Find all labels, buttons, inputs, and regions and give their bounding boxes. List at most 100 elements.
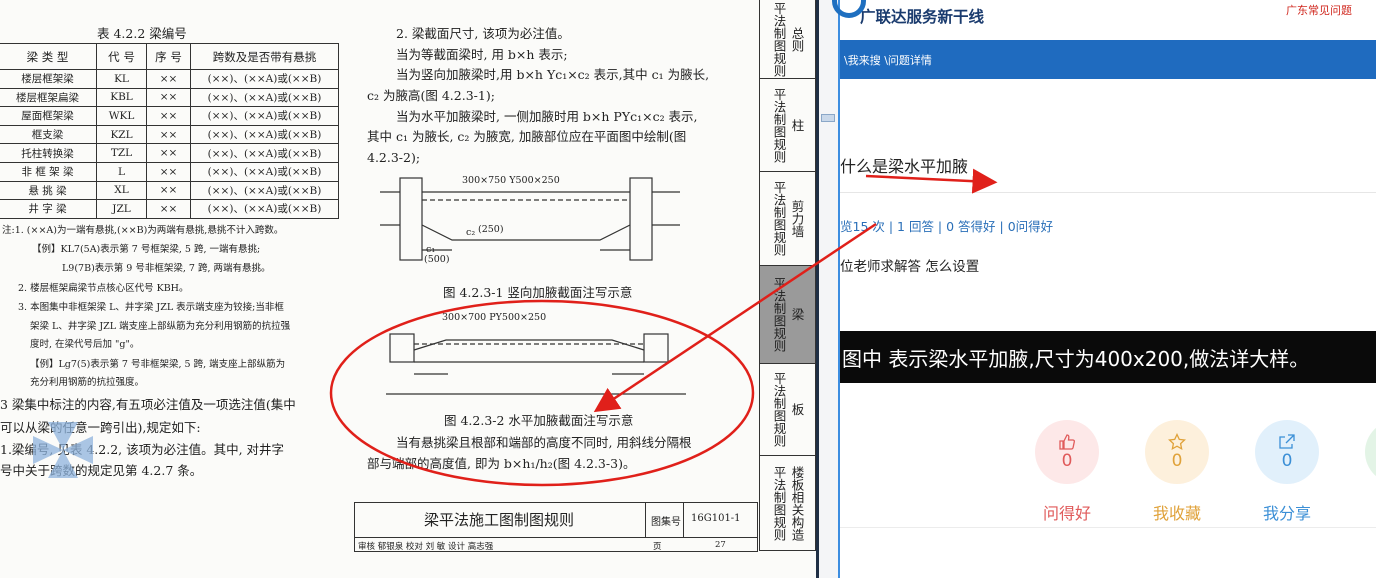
table-cell: KBL bbox=[96, 87, 147, 108]
chapter-tab-rule-text: 平法制图规则 bbox=[771, 277, 787, 352]
table-cell: L bbox=[96, 161, 147, 182]
note-6: 架梁 L、井字梁 JZL 端支座上部纵筋为充分利用钢筋的抗拉强 bbox=[30, 321, 291, 332]
right-body-2: 当为等截面梁时, 用 b×h 表示; bbox=[396, 47, 568, 62]
share-count: 0 bbox=[1281, 451, 1293, 471]
table-row: 楼层框架梁 KL ×× (××)、(××A)或(××B) bbox=[0, 69, 339, 89]
ask-good-button[interactable]: 0 问得好 bbox=[1034, 420, 1100, 524]
divider-handle-icon[interactable] bbox=[821, 114, 835, 122]
note-3: L9(7B)表示第 9 号非框架梁, 7 跨, 两端有悬挑。 bbox=[62, 263, 271, 274]
site-brand[interactable]: 广联达服务新干线 bbox=[860, 5, 984, 27]
chapter-tab-slab[interactable]: 平法制图规则 板 bbox=[760, 364, 815, 456]
chapter-tab-column[interactable]: 平法制图规则 柱 bbox=[760, 79, 815, 172]
right-body-1: 2. 梁截面尺寸, 该项为必注值。 bbox=[396, 26, 570, 41]
drawing-title: 梁平法施工图制图规则 bbox=[423, 511, 574, 529]
table-cell: JZL bbox=[96, 199, 147, 219]
fig1-label: 300×750 Y500×250 bbox=[462, 175, 560, 186]
table-cell: (××)、(××A)或(××B) bbox=[190, 106, 339, 126]
table-cell: KZL bbox=[96, 124, 147, 145]
table-cell: (××)、(××A)或(××B) bbox=[190, 180, 339, 201]
table-cell: ×× bbox=[146, 199, 191, 219]
table-caption: 表 4.2.2 梁编号 bbox=[97, 26, 187, 41]
atlas-number: 16G101-1 bbox=[691, 513, 741, 524]
right-body-4: c₂ 为腋高(图 4.2.3-1); bbox=[367, 88, 495, 103]
favorite-circle[interactable]: 0 bbox=[1145, 420, 1209, 484]
table-cell: (××)、(××A)或(××B) bbox=[190, 69, 339, 89]
table-row: 托柱转换梁 TZL ×× (××)、(××A)或(××B) bbox=[0, 143, 339, 163]
document-viewer: 表 4.2.2 梁编号 梁 类 型代 号序 号跨数及是否带有悬挑 楼层框架梁 KL… bbox=[0, 0, 818, 578]
thumbs-up-icon bbox=[1059, 434, 1075, 450]
chapter-tab-name: 楼板相关构造 bbox=[789, 465, 805, 541]
right-body-3: 当为竖向加腋梁时,用 b×h Yc₁×c₂ 表示,其中 c₁ 为腋长, bbox=[396, 67, 710, 82]
right-body-7: 4.2.3-2); bbox=[367, 150, 421, 165]
table-row: 楼层框架扁梁 KBL ×× (××)、(××A)或(××B) bbox=[0, 87, 339, 108]
ask-good-label: 问得好 bbox=[1042, 504, 1091, 523]
fig2-label: 300×700 PY500×250 bbox=[442, 312, 547, 323]
note-2: 【例】KL7(5A)表示第 7 号框架梁, 5 跨, 一端有悬挑; bbox=[32, 244, 261, 255]
left-body-1: 3 梁集中标注的内容,有五项必注值及一项选注值(集中 bbox=[0, 397, 296, 412]
chapter-tab-name: 板 bbox=[789, 403, 805, 416]
chapter-tab-name: 梁 bbox=[789, 308, 805, 321]
fig2-caption: 图 4.2.3-2 水平加腋截面注写示意 bbox=[444, 413, 634, 428]
chapter-tab-beam[interactable]: 平法制图规则 梁 bbox=[760, 266, 815, 364]
page-number: 27 bbox=[715, 540, 726, 550]
fig1-dim-500: (500) bbox=[424, 254, 450, 265]
chapter-tab-shear-wall[interactable]: 平法制图规则 剪力墙 bbox=[760, 172, 815, 266]
share-button[interactable]: 0 我分享 bbox=[1254, 420, 1320, 524]
chapter-tab-general[interactable]: 平法制图规则 总则 bbox=[760, 0, 815, 79]
chapter-tab-strip: 平法制图规则 总则 平法制图规则 柱 平法制图规则 剪力墙 平法制图规则 梁 平… bbox=[759, 0, 816, 551]
chapter-tab-slab-related[interactable]: 平法制图规则 楼板相关构造 bbox=[760, 456, 815, 551]
table-cell: 井 字 梁 bbox=[0, 199, 97, 219]
table-cell: TZL bbox=[96, 143, 147, 163]
table-cell: ×× bbox=[146, 87, 191, 108]
favorite-button[interactable]: 0 我收藏 bbox=[1144, 420, 1210, 524]
chapter-tab-rule-text: 平法制图规则 bbox=[771, 181, 787, 256]
atlas-label: 图集号 bbox=[651, 517, 681, 528]
partial-action-label: 我 bbox=[1364, 500, 1376, 524]
table-cell: ×× bbox=[146, 69, 191, 89]
table-cell: ×× bbox=[146, 180, 191, 201]
note-1: 注:1. (××A)为一端有悬挑,(××B)为两端有悬挑,悬挑不计入跨数。 bbox=[2, 225, 284, 236]
partial-action-button[interactable]: 我 bbox=[1364, 420, 1376, 524]
window-divider[interactable] bbox=[816, 0, 840, 578]
table-cell: WKL bbox=[96, 106, 147, 126]
table-cell: 托柱转换梁 bbox=[0, 143, 97, 163]
partial-action-circle[interactable] bbox=[1365, 420, 1376, 484]
note-9: 充分利用钢筋的抗拉强度。 bbox=[30, 377, 145, 388]
breadcrumb[interactable]: \我来搜 \问题详情 bbox=[844, 52, 932, 68]
question-title: 什么是梁水平加腋 bbox=[840, 157, 969, 176]
table-cell: (××)、(××A)或(××B) bbox=[190, 87, 339, 108]
share-label: 我分享 bbox=[1262, 504, 1311, 523]
divider bbox=[840, 192, 1376, 193]
table-row: 屋面框架梁 WKL ×× (××)、(××A)或(××B) bbox=[0, 106, 339, 126]
table-cell: XL bbox=[96, 180, 147, 201]
table-cell: 框支梁 bbox=[0, 124, 97, 145]
qa-web-page: 广联达服务新干线 广东常见问题 \我来搜 \问题详情 什么是梁水平加腋 览15 … bbox=[832, 0, 1376, 578]
chapter-tab-rule-text: 平法制图规则 bbox=[771, 1, 787, 77]
table-row: 非 框 架 梁 L ×× (××)、(××A)或(××B) bbox=[0, 161, 339, 182]
note-4: 2. 楼层框架扁梁节点核心区代号 KBH。 bbox=[18, 283, 189, 294]
table-cell: ×× bbox=[146, 124, 191, 145]
fig1-dim-c2: c₂ bbox=[466, 227, 476, 238]
table-cell: 非 框 架 梁 bbox=[0, 161, 97, 182]
favorite-count: 0 bbox=[1171, 451, 1183, 471]
note-8: 【例】Lg7(5)表示第 7 号非框架梁, 5 跨, 端支座上部纵筋为 bbox=[30, 359, 286, 370]
ask-good-count: 0 bbox=[1061, 451, 1073, 471]
table-cell: (××)、(××A)或(××B) bbox=[190, 143, 339, 163]
fig1-dim-250: (250) bbox=[478, 224, 504, 235]
table-cell: ×× bbox=[146, 161, 191, 182]
ask-good-circle[interactable]: 0 bbox=[1035, 420, 1099, 484]
share-circle[interactable]: 0 bbox=[1255, 420, 1319, 484]
table-cell: 悬 挑 梁 bbox=[0, 180, 97, 201]
nav-bar: \我来搜 \问题详情 bbox=[840, 40, 1376, 79]
chapter-tab-rule-text: 平法制图规则 bbox=[771, 87, 787, 163]
watermark-logo bbox=[33, 422, 93, 478]
answer-text: 图中 表示梁水平加腋,尺寸为400x200,做法详大样。 bbox=[842, 347, 1310, 371]
favorite-label: 我收藏 bbox=[1152, 504, 1201, 523]
table-header-cell: 序 号 bbox=[146, 43, 191, 70]
table-header-cell: 跨数及是否带有悬挑 bbox=[190, 43, 339, 70]
top-link[interactable]: 广东常见问题 bbox=[1286, 2, 1352, 18]
table-cell: (××)、(××A)或(××B) bbox=[190, 199, 339, 219]
question-stats[interactable]: 览15 次 | 1 回答 | 0 答得好 | 0问得好 bbox=[840, 216, 1053, 235]
fig1-caption: 图 4.2.3-1 竖向加腋截面注写示意 bbox=[443, 285, 633, 300]
table-cell: (××)、(××A)或(××B) bbox=[190, 161, 339, 182]
